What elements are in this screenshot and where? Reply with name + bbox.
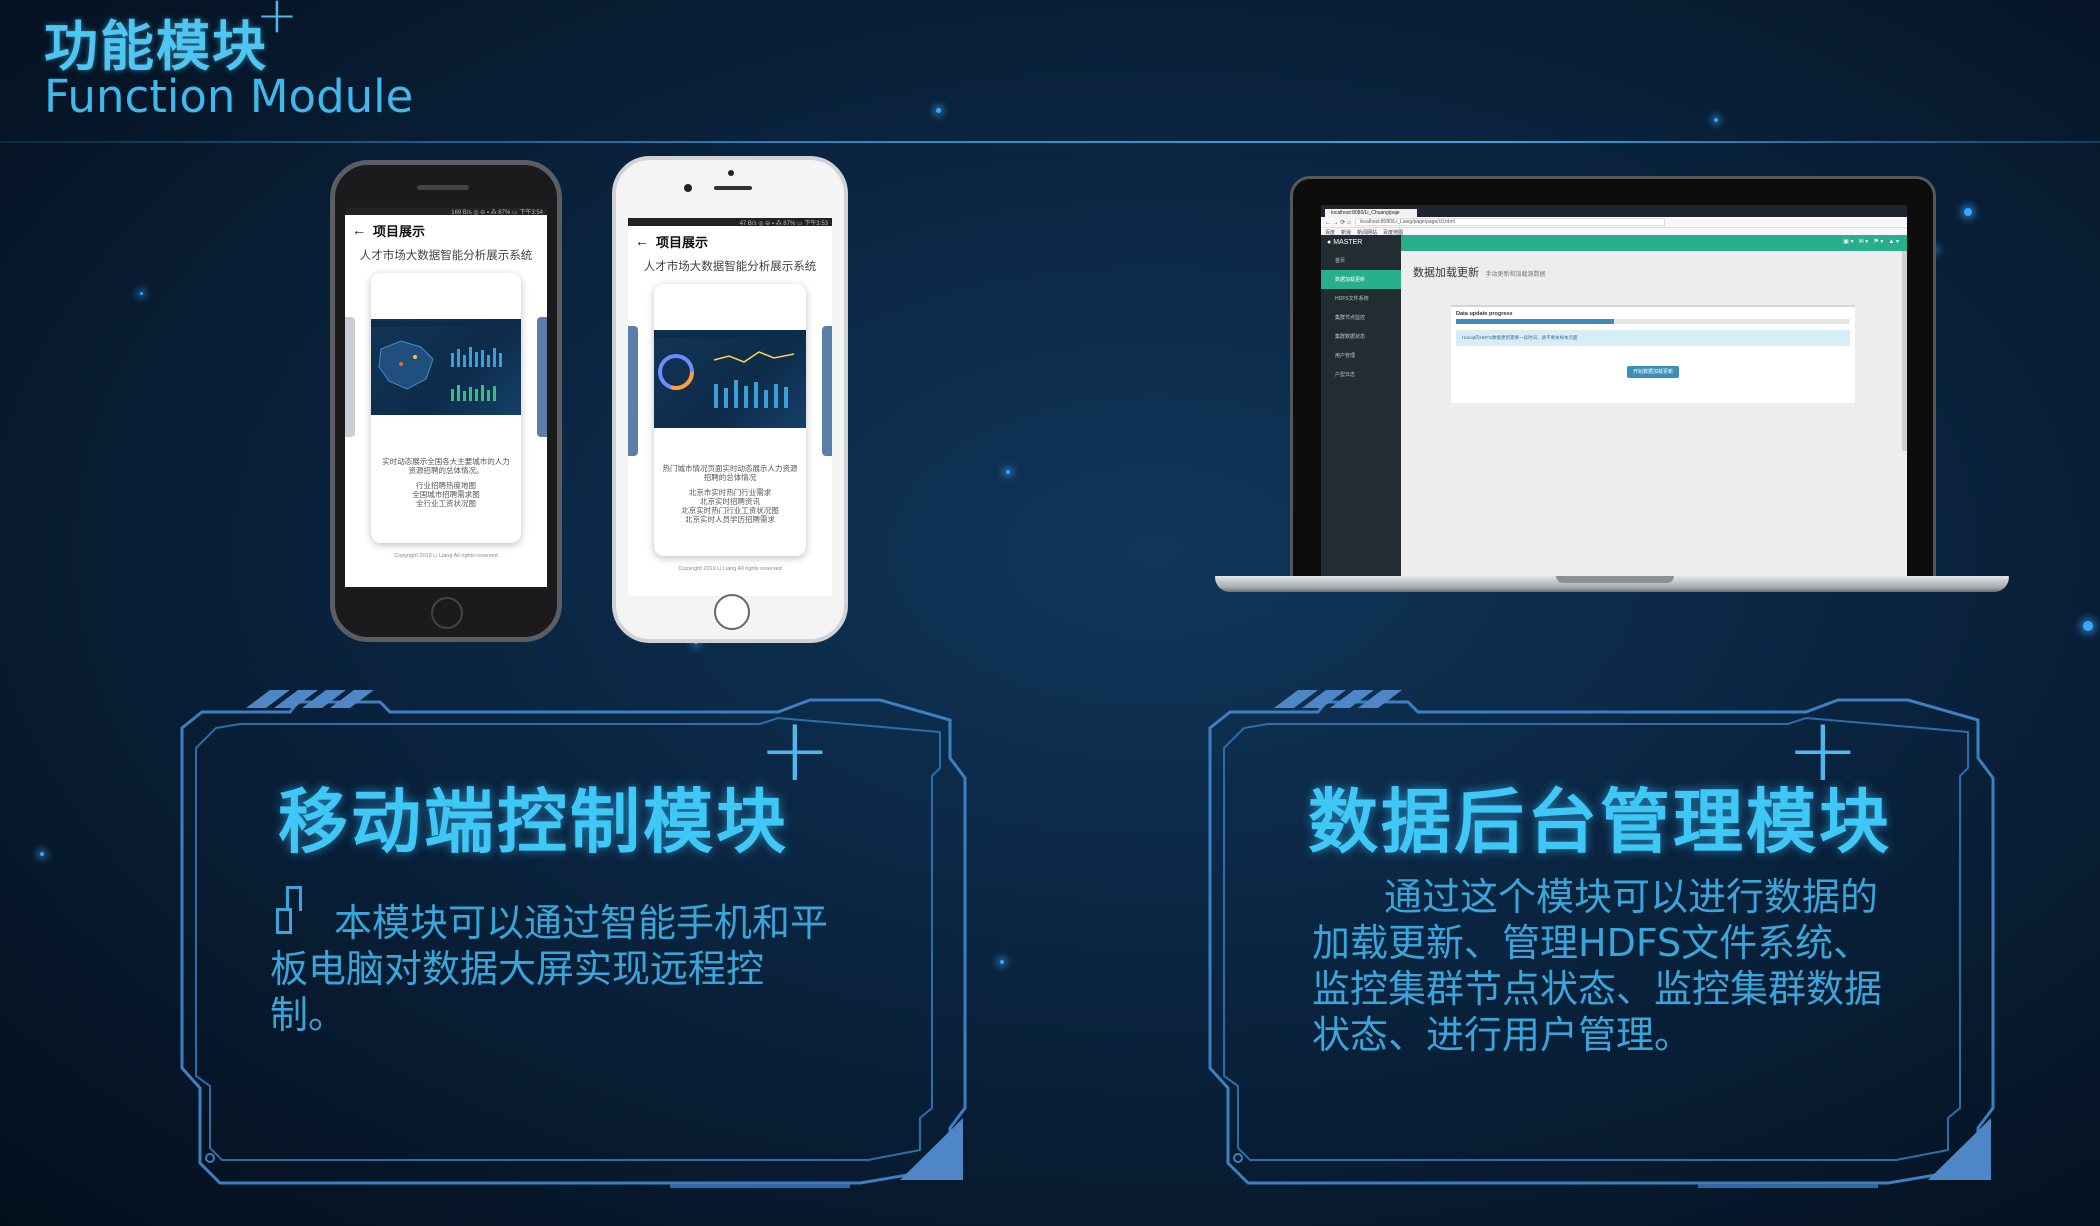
phone-black: 169 B/s ◎ ⊖ ▪ ⁂ 87% ▭ 下午3:54 ← 项目展示 人才市场… <box>330 160 562 642</box>
card-text-line: 热门城市情况页面实时动态展示人力资源招聘的总体情况 <box>662 464 798 482</box>
glow-particle <box>1006 470 1010 474</box>
app-bar-title: 项目展示 <box>656 234 709 250</box>
front-sensor <box>684 184 692 192</box>
start-update-button[interactable]: 开始数据加载更新 <box>1626 366 1679 378</box>
glow-particle <box>140 292 143 295</box>
browser-tab[interactable]: localhost:8080/Li_Chuang/paje <box>1325 209 1417 217</box>
home-button[interactable] <box>714 594 750 630</box>
sidebar-item[interactable]: 户型日志 <box>1321 365 1401 384</box>
carousel-side-card <box>628 326 638 456</box>
brand-area: ● MASTER <box>1321 235 1401 251</box>
card-text-line: 北京实时招聘资讯 <box>700 497 760 506</box>
glow-particle <box>1000 960 1004 964</box>
card-description: 实时动态展示全国各大主要城市的人力资源招聘的总体情况。 行业招聘热度地图 全国城… <box>371 457 521 508</box>
app-bar: ← 项目展示 <box>628 226 832 256</box>
progress-fill <box>1456 319 1614 324</box>
mobile-control-panel: 移动端控制模块 + 本模块可以通过智能手机和平板电脑对数据大屏实现远程控制。 <box>180 688 970 1188</box>
content-header: 数据加载更新 手动更新和加载源数据 <box>1413 263 1545 281</box>
sidebar-item[interactable]: 集群节点监控 <box>1321 308 1401 327</box>
panel-title: 移动端控制模块 <box>278 781 789 863</box>
dashboard-thumbnail-art <box>371 321 521 401</box>
phone-screen: 169 B/s ◎ ⊖ ▪ ⁂ 87% ▭ 下午3:54 ← 项目展示 人才市场… <box>345 207 547 587</box>
plus-icon: + <box>1786 698 1860 801</box>
sidebar-item[interactable]: 用户管理 <box>1321 346 1401 365</box>
sidebar-item-active[interactable]: 数据加载更新 <box>1321 270 1401 289</box>
glow-particle <box>1964 208 1972 216</box>
status-bar: 47 B/s ◎ ⊖ ▪ ⁂ 87% ▭ 下午3:53 <box>628 218 832 227</box>
phone-screen: 47 B/s ◎ ⊖ ▪ ⁂ 87% ▭ 下午3:53 ← 项目展示 人才市场大… <box>628 218 832 596</box>
browser-tabbar: localhost:8080/Li_Chuang/paje <box>1321 205 1907 217</box>
laptop: localhost:8080/Li_Chuang/paje ← → ⟳ ⌂ lo… <box>1290 176 1936 581</box>
progress-box-title: Data update progress <box>1456 311 1513 317</box>
sidebar-item[interactable]: HDFS文件系统 <box>1321 289 1401 308</box>
progress-box: Data update progress Hdoop的HDFS数据更新需要一段时… <box>1451 305 1855 403</box>
copyright-text: Copyright 2019 Li Liang All rights reser… <box>394 553 498 559</box>
card-text-line: 行业招聘热度地图 <box>416 481 476 490</box>
status-bar: 169 B/s ◎ ⊖ ▪ ⁂ 87% ▭ 下午3:54 <box>345 207 547 216</box>
chat-icon: ● <box>1327 239 1332 246</box>
panel-description: 通过这个模块可以进行数据的加载更新、管理HDFS文件系统、监控集群节点状态、监控… <box>1312 875 1883 1057</box>
dashboard-thumbnail <box>654 330 806 428</box>
front-camera <box>728 170 734 176</box>
glow-particle <box>1714 118 1718 122</box>
card-description: 热门城市情况页面实时动态展示人力资源招聘的总体情况 北京市实时热门行业需求 北京… <box>654 464 806 524</box>
carousel-side-card <box>822 326 832 456</box>
laptop-screen: localhost:8080/Li_Chuang/paje ← → ⟳ ⌂ lo… <box>1321 205 1907 577</box>
glow-particle <box>40 852 44 856</box>
card-text-line: 全国城市招聘需求图 <box>412 490 480 499</box>
sidebar-item[interactable]: 首页 <box>1321 251 1401 270</box>
address-field[interactable]: localhost:8080/Li_Liang/page/page/c0.htm… <box>1354 218 1665 226</box>
glow-particle <box>2083 621 2093 631</box>
card-text-line: 全行业工资状况图 <box>416 499 476 508</box>
sidebar-item[interactable]: 集群数据状态 <box>1321 327 1401 346</box>
page-title-en: Function Module <box>44 70 414 123</box>
dashboard-thumbnail <box>371 319 521 415</box>
card-text-line: 北京实时人员学历招聘需求 <box>685 515 775 524</box>
scrollbar[interactable] <box>1902 251 1907 451</box>
topbar-icons[interactable]: ▣ ▾ ✉ ▾ ⚑ ▾ ▲ ▾ <box>1843 238 1899 245</box>
card-text-line: 北京实时热门行业工资状况图 <box>681 506 779 515</box>
carousel-card[interactable]: 热门城市情况页面实时动态展示人力资源招聘的总体情况 北京市实时热门行业需求 北京… <box>654 284 806 556</box>
app-bar: ← 项目展示 <box>345 215 547 245</box>
header-divider <box>0 141 2100 143</box>
home-button[interactable] <box>431 597 463 629</box>
earpiece <box>714 186 752 190</box>
back-arrow-icon[interactable]: ← <box>628 233 656 249</box>
panel-description: 本模块可以通过智能手机和平板电脑对数据大屏实现远程控制。 <box>270 901 829 1037</box>
brand-label: MASTER <box>1333 239 1363 246</box>
info-alert: Hdoop的HDFS数据更新需要一段时间，请不要关掉本页面 <box>1456 330 1850 346</box>
nav-arrows-icon[interactable]: ← → ⟳ ⌂ <box>1325 219 1351 226</box>
carousel-side-card <box>345 317 355 437</box>
browser-urlbar: ← → ⟳ ⌂ localhost:8080/Li_Liang/page/pag… <box>1321 217 1907 228</box>
system-subtitle: 人才市场大数据智能分析展示系统 <box>359 250 533 262</box>
copyright-text: Copyright 2019 Li Liang All rights reser… <box>678 566 782 572</box>
plus-icon: + <box>758 698 832 801</box>
app-sidebar: 首页 数据加载更新 HDFS文件系统 集群节点监控 集群数据状态 用户管理 户型… <box>1321 251 1401 577</box>
progress-track <box>1456 319 1850 324</box>
data-backend-panel: 数据后台管理模块 + 通过这个模块可以进行数据的加载更新、管理HDFS文件系统、… <box>1208 688 1998 1188</box>
phone-white: 47 B/s ◎ ⊖ ▪ ⁂ 87% ▭ 下午3:53 ← 项目展示 人才市场大… <box>612 156 848 643</box>
earpiece <box>417 185 469 190</box>
content-subtitle: 手动更新和加载源数据 <box>1485 272 1546 278</box>
laptop-notch <box>1556 576 1674 583</box>
glow-particle <box>936 108 941 113</box>
back-arrow-icon[interactable]: ← <box>345 222 373 238</box>
content-title: 数据加载更新 <box>1413 267 1479 279</box>
dashboard-thumbnail-art <box>654 332 806 408</box>
app-bar-title: 项目展示 <box>373 223 426 239</box>
carousel-card[interactable]: 实时动态展示全国各大主要城市的人力资源招聘的总体情况。 行业招聘热度地图 全国城… <box>371 273 521 543</box>
system-subtitle: 人才市场大数据智能分析展示系统 <box>643 261 817 273</box>
plus-icon: + <box>256 0 298 44</box>
app-topbar: ● MASTER ▣ ▾ ✉ ▾ ⚑ ▾ ▲ ▾ <box>1321 235 1907 251</box>
card-text-line: 北京市实时热门行业需求 <box>688 488 772 497</box>
card-text-line: 实时动态展示全国各大主要城市的人力资源招聘的总体情况。 <box>382 457 510 475</box>
carousel-side-card <box>537 317 547 437</box>
